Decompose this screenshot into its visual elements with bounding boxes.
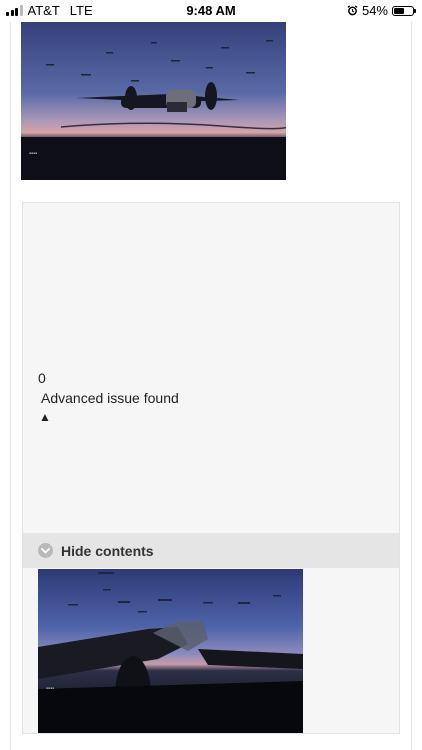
chevron-down-icon (38, 543, 53, 558)
screenshot-bomber-cockpit-view[interactable]: ▪▪▪▪ (38, 569, 303, 733)
status-right: 54% (347, 3, 416, 18)
image-bomber-dusk: ▪▪▪▪ (21, 22, 286, 180)
issue-text: Advanced issue found (41, 390, 179, 406)
battery-icon (392, 5, 416, 16)
battery-percent: 54% (361, 3, 388, 18)
issue-count: 0 (38, 370, 46, 386)
image-bomber-cockpit: ▪▪▪▪ (38, 569, 303, 733)
svg-text:▪▪▪▪: ▪▪▪▪ (46, 686, 54, 690)
alarm-icon (347, 5, 358, 16)
page-border-left (10, 22, 11, 750)
hide-contents-button[interactable]: Hide contents (23, 533, 399, 568)
triangle-up-icon[interactable]: ▲ (39, 410, 51, 424)
page-border-right (411, 22, 412, 750)
hide-contents-label: Hide contents (61, 542, 154, 559)
screenshot-bomber-dusk[interactable]: ▪▪▪▪ (21, 22, 286, 180)
svg-text:▪▪▪▪: ▪▪▪▪ (29, 151, 37, 155)
status-bar: AT&T LTE 9:48 AM 54% (0, 0, 422, 22)
